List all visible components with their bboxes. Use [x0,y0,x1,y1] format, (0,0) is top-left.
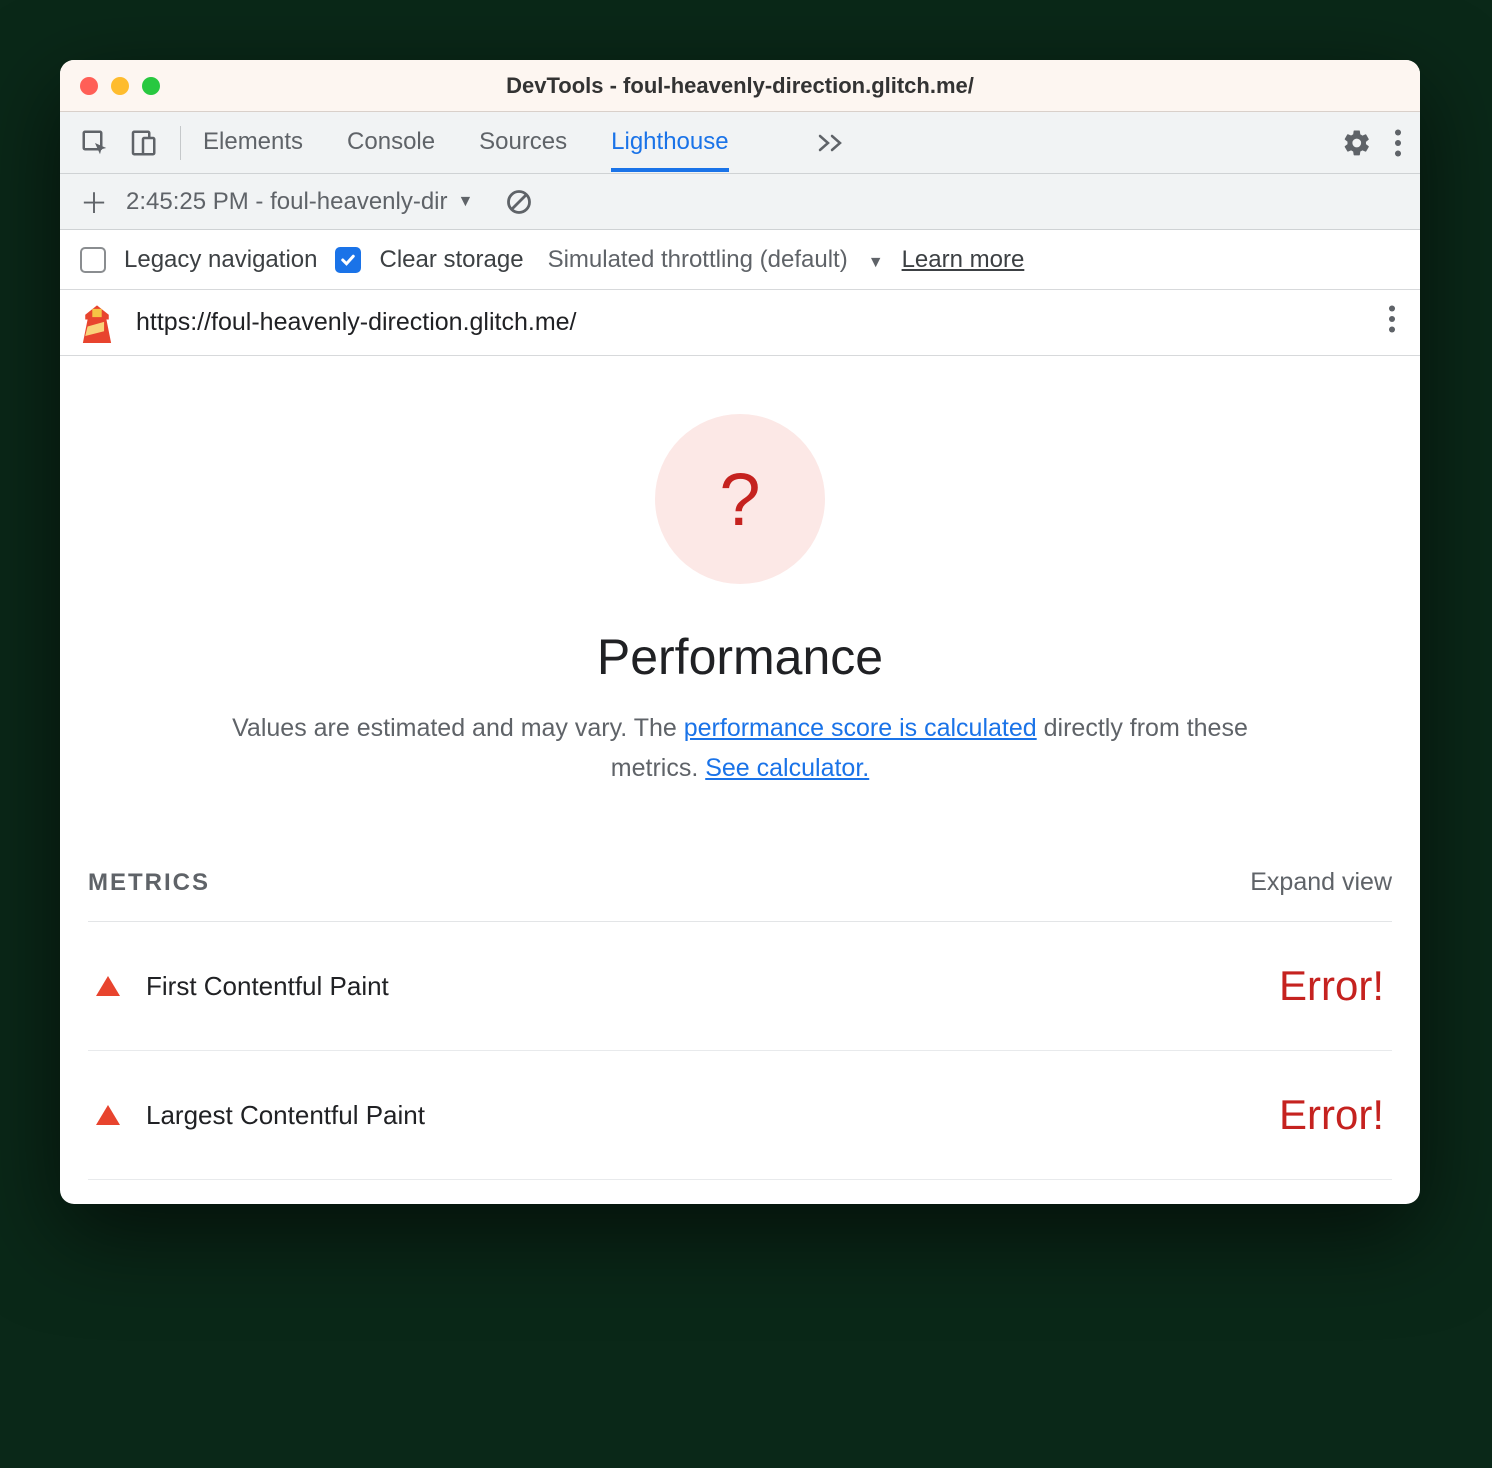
window-maximize-button[interactable] [142,77,160,95]
metric-value: Error! [1279,1091,1384,1139]
divider [180,126,181,160]
report-content: ? Performance Values are estimated and m… [60,356,1420,1204]
score-calc-link[interactable]: performance score is calculated [684,714,1037,742]
titlebar: DevTools - foul-heavenly-direction.glitc… [60,60,1420,112]
caret-down-icon: ▼ [458,193,474,211]
report-menu-icon[interactable] [1388,305,1396,340]
score-value: ? [719,457,760,542]
tab-sources[interactable]: Sources [479,114,567,172]
performance-heading: Performance [88,628,1392,686]
metric-name: First Contentful Paint [146,971,1279,1002]
error-triangle-icon [96,976,120,996]
legacy-navigation-checkbox[interactable] [80,247,106,273]
report-url-bar: https://foul-heavenly-direction.glitch.m… [60,290,1420,356]
clear-reports-icon[interactable] [505,188,533,216]
metric-row: First Contentful Paint Error! [88,922,1392,1051]
settings-gear-icon[interactable] [1342,128,1372,158]
inspect-element-icon[interactable] [80,128,110,158]
window-minimize-button[interactable] [111,77,129,95]
error-triangle-icon [96,1105,120,1125]
expand-view-toggle[interactable]: Expand view [1250,868,1392,897]
report-select-label: 2:45:25 PM - foul-heavenly-dir [126,188,448,216]
metric-name: Largest Contentful Paint [146,1100,1279,1131]
report-url: https://foul-heavenly-direction.glitch.m… [136,308,1368,337]
metric-row: Largest Contentful Paint Error! [88,1051,1392,1180]
legacy-navigation-label: Legacy navigation [124,246,317,274]
clear-storage-checkbox[interactable] [335,247,361,273]
see-calculator-link[interactable]: See calculator. [705,754,869,782]
throttling-select[interactable]: Simulated throttling (default) ▼ [548,246,884,274]
devtools-window: DevTools - foul-heavenly-direction.glitc… [60,60,1420,1204]
lighthouse-toolbar: ＋ 2:45:25 PM - foul-heavenly-dir ▼ [60,174,1420,230]
lighthouse-logo-icon [78,303,116,343]
lighthouse-options: Legacy navigation Clear storage Simulate… [60,230,1420,290]
metrics-header: METRICS Expand view [88,868,1392,922]
window-close-button[interactable] [80,77,98,95]
overflow-menu-icon[interactable] [1394,129,1402,157]
new-report-button[interactable]: ＋ [80,182,108,222]
clear-storage-label: Clear storage [379,246,523,274]
metrics-label: METRICS [88,869,210,897]
report-select[interactable]: 2:45:25 PM - foul-heavenly-dir ▼ [126,188,473,216]
panel-tabstrip: Elements Console Sources Lighthouse [60,112,1420,174]
window-title: DevTools - foul-heavenly-direction.glitc… [506,73,974,99]
tab-console[interactable]: Console [347,114,435,172]
learn-more-link[interactable]: Learn more [902,246,1025,274]
performance-score-gauge: ? [655,414,825,584]
tab-elements[interactable]: Elements [203,114,303,172]
traffic-lights [80,77,160,95]
metric-value: Error! [1279,962,1384,1010]
tab-lighthouse[interactable]: Lighthouse [611,114,728,172]
performance-description: Values are estimated and may vary. The p… [230,708,1250,788]
more-tabs-icon[interactable] [817,133,845,153]
caret-down-icon: ▼ [868,254,884,271]
device-toolbar-icon[interactable] [128,128,158,158]
